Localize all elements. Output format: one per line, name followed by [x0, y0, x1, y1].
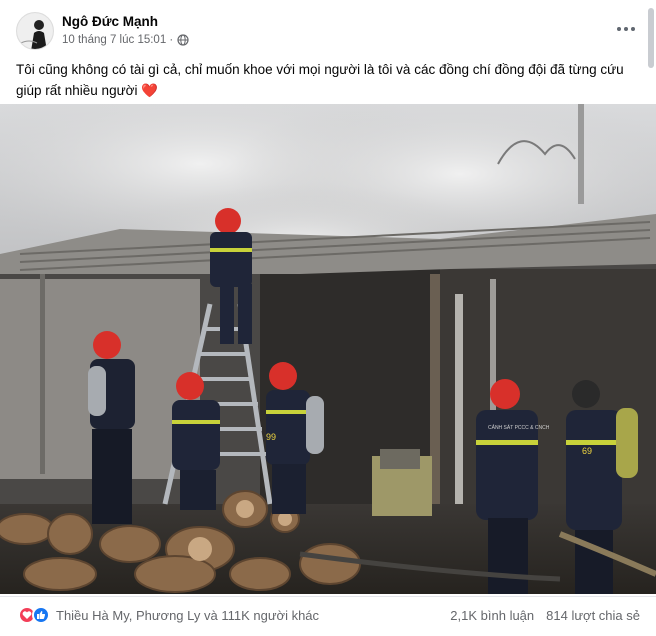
facebook-post: Ngô Đức Mạnh 10 tháng 7 lúc 15:01 · Tôi …	[0, 0, 656, 636]
post-timestamp[interactable]: 10 tháng 7 lúc 15:01 ·	[62, 34, 173, 46]
more-options-button[interactable]	[614, 20, 638, 38]
firefighters-photo: CẢNH SÁT PCCC & CNCH 69 99	[0, 104, 656, 594]
scrollbar[interactable]	[648, 8, 654, 68]
heart-emoji: ❤️	[141, 83, 159, 98]
post-body: Tôi cũng không có tài gì cả, chỉ muốn kh…	[16, 62, 624, 98]
avatar-silhouette-icon	[17, 13, 53, 49]
post-meta: 10 tháng 7 lúc 15:01 ·	[62, 34, 189, 46]
like-icon	[32, 606, 50, 624]
reactions[interactable]: Thiều Hà My, Phương Ly và 111K người khá…	[18, 606, 319, 624]
vest-text: CẢNH SÁT PCCC & CNCH	[488, 424, 550, 431]
avatar[interactable]	[16, 12, 54, 50]
post-footer: Thiều Hà My, Phương Ly và 111K người khá…	[0, 596, 656, 636]
dot-icon	[624, 27, 628, 31]
helmet-number: 99	[266, 432, 276, 442]
reactors-summary[interactable]: Thiều Hà My, Phương Ly và 111K người khá…	[56, 608, 319, 623]
post-photo[interactable]: CẢNH SÁT PCCC & CNCH 69 99	[0, 104, 656, 594]
share-count[interactable]: 814 lượt chia sẻ	[546, 608, 640, 623]
post-text: Tôi cũng không có tài gì cả, chỉ muốn kh…	[16, 59, 636, 101]
engagement-counts: 2,1K bình luận 814 lượt chia sẻ	[450, 608, 640, 623]
helmet-number: 69	[582, 446, 592, 456]
dot-icon	[617, 27, 621, 31]
comment-count[interactable]: 2,1K bình luận	[450, 608, 534, 623]
post-header: Ngô Đức Mạnh 10 tháng 7 lúc 15:01 ·	[0, 0, 656, 56]
globe-icon[interactable]	[177, 34, 189, 46]
author-name[interactable]: Ngô Đức Mạnh	[62, 14, 158, 29]
dot-icon	[631, 27, 635, 31]
